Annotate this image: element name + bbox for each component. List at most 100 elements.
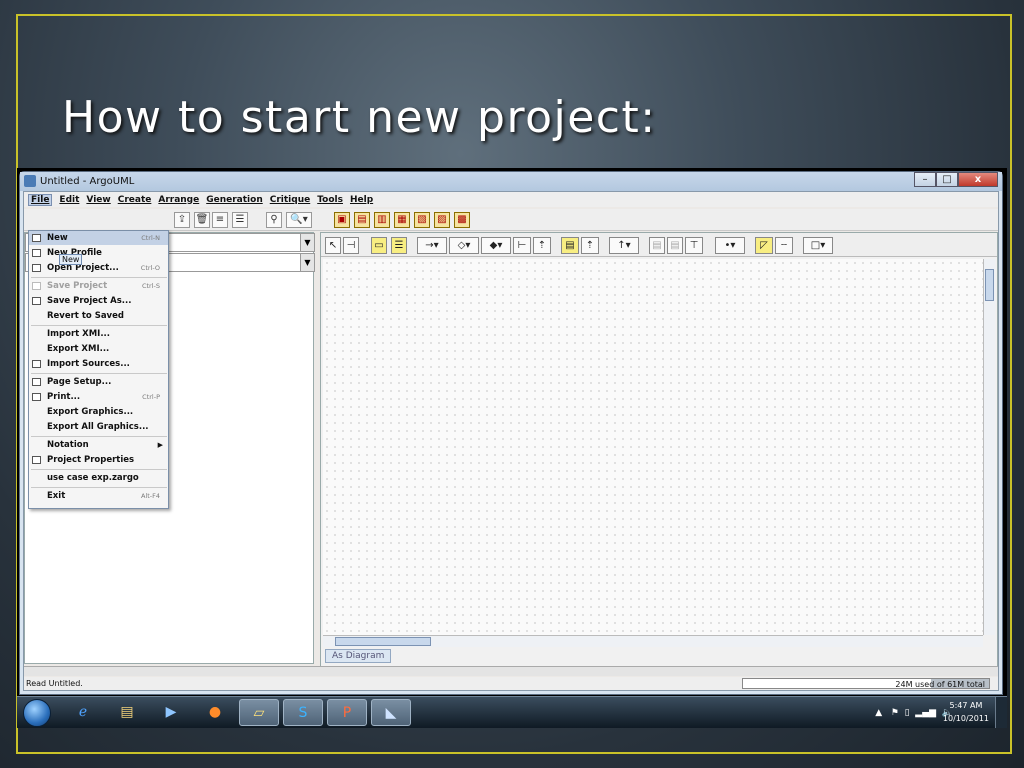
menu-item-export-graphics[interactable]: Export Graphics... <box>29 405 168 419</box>
select-arrow-icon[interactable]: ↖ <box>325 237 341 254</box>
horizontal-scrollbar[interactable] <box>323 635 983 647</box>
menu-item-import-xmi[interactable]: Import XMI... <box>29 327 168 341</box>
menu-item-label: Page Setup... <box>47 377 112 387</box>
menu-file[interactable]: File <box>28 193 53 206</box>
menu-item-recent-file[interactable]: use case exp.zargo <box>29 471 168 485</box>
chevron-down-icon[interactable]: ▼ <box>300 254 314 271</box>
attribute-icon[interactable]: ▤ <box>649 237 665 254</box>
shape-dropdown-icon[interactable]: •▾ <box>715 237 745 254</box>
diagram-canvas[interactable] <box>323 259 983 635</box>
interface-icon[interactable]: ▤ <box>561 237 579 254</box>
save-disk-icon <box>32 282 41 290</box>
new-collaboration-diagram-icon[interactable]: ▦ <box>394 212 410 228</box>
menu-view[interactable]: View <box>86 195 110 205</box>
properties-icon <box>32 456 41 464</box>
new-statechart-diagram-icon[interactable]: ▧ <box>414 212 430 228</box>
align-icon[interactable]: ≡ <box>212 212 228 228</box>
menu-critique[interactable]: Critique <box>270 195 310 205</box>
start-button[interactable] <box>23 699 51 727</box>
menu-item-save-project[interactable]: Save Project Ctrl-S <box>29 279 168 293</box>
menu-item-revert-to-saved[interactable]: Revert to Saved <box>29 309 168 323</box>
window-controls: – □ x <box>914 172 998 188</box>
menu-item-page-setup[interactable]: Page Setup... <box>29 375 168 389</box>
comment-icon[interactable]: ◸ <box>755 237 773 254</box>
argouml-screenshot: Untitled - ArgoUML – □ x File Edit View … <box>17 168 1007 728</box>
vertical-scroll-thumb[interactable] <box>985 269 994 301</box>
vertical-scrollbar[interactable] <box>983 259 995 635</box>
datatype-icon[interactable]: ⊤ <box>685 237 703 254</box>
skype-icon[interactable]: S <box>283 699 323 726</box>
package-icon[interactable]: ▭ <box>371 237 387 254</box>
new-usecase-diagram-icon[interactable]: ▣ <box>334 212 350 228</box>
menu-item-new-profile[interactable]: New Profile <box>29 246 168 260</box>
powerpoint-icon[interactable]: P <box>327 699 367 726</box>
menu-item-export-xmi[interactable]: Export XMI... <box>29 342 168 356</box>
menu-item-save-project-as[interactable]: Save Project As... <box>29 294 168 308</box>
navigate-icon[interactable]: ⇪ <box>174 212 190 228</box>
menu-item-label: Project Properties <box>47 455 135 465</box>
action-center-flag-icon[interactable]: ⚑ <box>891 708 899 718</box>
maximize-button[interactable]: □ <box>936 172 958 187</box>
operation-icon[interactable]: ▤ <box>667 237 683 254</box>
minimize-button[interactable]: – <box>914 172 936 187</box>
menu-help[interactable]: Help <box>350 195 373 205</box>
new-class-diagram-icon[interactable]: ▤ <box>354 212 370 228</box>
menu-generation[interactable]: Generation <box>206 195 263 205</box>
horizontal-scroll-thumb[interactable] <box>335 637 431 646</box>
import-sources-icon <box>32 360 41 368</box>
media-player-icon[interactable]: ▶ <box>151 699 191 726</box>
new-deployment-diagram-icon[interactable]: ▩ <box>454 212 470 228</box>
menu-item-notation[interactable]: Notation ▶ <box>29 438 168 452</box>
class-icon[interactable]: ☰ <box>391 237 407 254</box>
chevron-down-icon[interactable]: ▼ <box>300 234 314 251</box>
generalization-icon[interactable]: ⇡ <box>533 237 551 254</box>
tab-as-diagram[interactable]: As Diagram <box>325 649 392 663</box>
internet-explorer-icon[interactable]: ℯ <box>63 699 103 726</box>
menu-item-label: use case exp.zargo <box>47 473 139 483</box>
menu-item-label: Save Project As... <box>47 296 132 306</box>
window-titlebar[interactable]: Untitled - ArgoUML – □ x <box>20 172 1002 191</box>
new-sequence-diagram-icon[interactable]: ▥ <box>374 212 390 228</box>
menu-item-import-sources[interactable]: Import Sources... <box>29 357 168 371</box>
tray-expand-icon[interactable]: ▲ <box>875 708 882 718</box>
menu-separator <box>31 436 167 437</box>
menu-item-project-properties[interactable]: Project Properties <box>29 453 168 467</box>
close-button[interactable]: x <box>958 172 998 187</box>
menu-item-new[interactable]: New Ctrl-N <box>29 231 168 245</box>
menu-item-label: Save Project <box>47 281 108 291</box>
argouml-taskbar-icon[interactable]: ◣ <box>371 699 411 726</box>
zoom-dropdown-icon[interactable]: 🔍▾ <box>286 212 312 228</box>
menu-item-label: Import XMI... <box>47 329 111 339</box>
taskbar-clock[interactable]: 5:47 AM 10/10/2011 <box>943 699 989 725</box>
menu-arrange[interactable]: Arrange <box>158 195 199 205</box>
broom-icon[interactable]: ⊣ <box>343 237 359 254</box>
find-binoculars-icon[interactable]: ⚲ <box>266 212 282 228</box>
signal-icon[interactable]: ▂▄▆ <box>915 708 936 718</box>
show-desktop-button[interactable] <box>995 697 1007 728</box>
dependency-icon[interactable]: ⊢ <box>513 237 531 254</box>
menu-item-open-project[interactable]: Open Project... Ctrl-O <box>29 261 168 275</box>
firefox-icon[interactable]: ● <box>195 699 235 726</box>
settings-list-icon[interactable]: ☰ <box>232 212 248 228</box>
delete-icon[interactable]: 🗑 <box>194 212 210 228</box>
network-icon[interactable]: ▯ <box>905 708 910 718</box>
association-dropdown-icon[interactable]: →▾ <box>417 237 447 254</box>
new-activity-diagram-icon[interactable]: ▨ <box>434 212 450 228</box>
menu-item-label: Print... <box>47 392 81 402</box>
menu-item-print[interactable]: Print... Ctrl-P <box>29 390 168 404</box>
comment-link-icon[interactable]: ┄ <box>775 237 793 254</box>
menu-edit[interactable]: Edit <box>59 195 79 205</box>
menu-tools[interactable]: Tools <box>317 195 343 205</box>
menu-item-export-all-graphics[interactable]: Export All Graphics... <box>29 420 168 434</box>
aggregation-dropdown-icon[interactable]: ◇▾ <box>449 237 479 254</box>
file-explorer-icon[interactable]: ▤ <box>107 699 147 726</box>
menu-item-exit[interactable]: Exit Alt-F4 <box>29 489 168 503</box>
taskbar-folder-icon[interactable]: ▱ <box>239 699 279 726</box>
save-as-icon <box>32 297 41 305</box>
rectangle-dropdown-icon[interactable]: □▾ <box>803 237 833 254</box>
realization-icon[interactable]: ⇡ <box>581 237 599 254</box>
menu-create[interactable]: Create <box>118 195 152 205</box>
menu-item-label: Notation <box>47 440 89 450</box>
inheritance-dropdown-icon[interactable]: ↑▾ <box>609 237 639 254</box>
composition-dropdown-icon[interactable]: ◆▾ <box>481 237 511 254</box>
